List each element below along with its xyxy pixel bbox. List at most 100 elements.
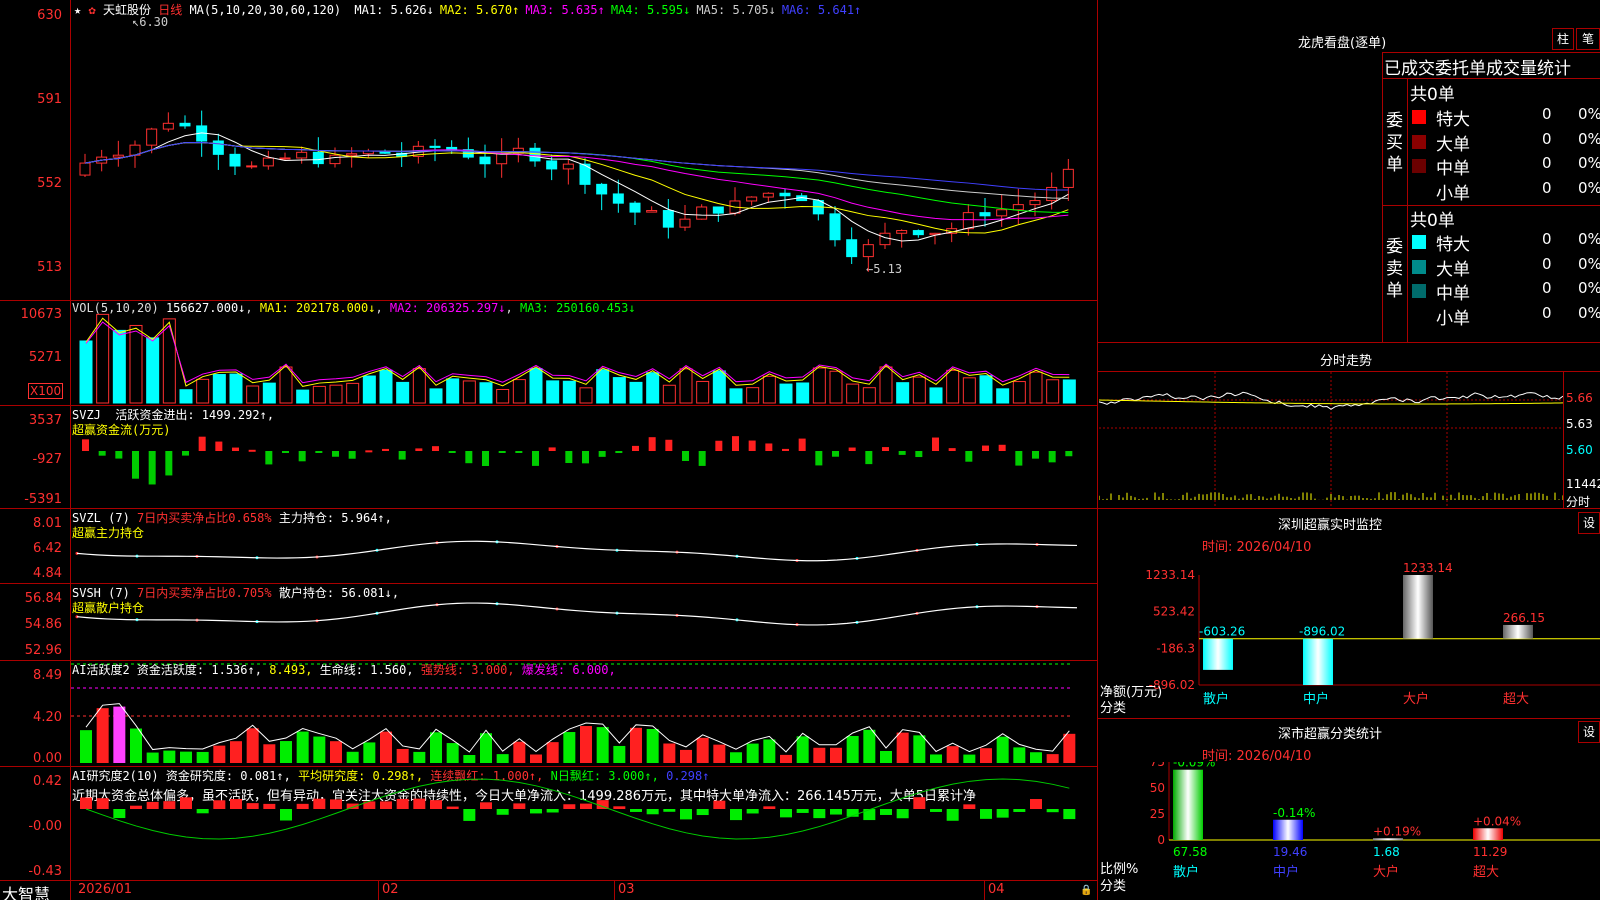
dragon-title: 龙虎看盘(逐单)	[1298, 36, 1387, 51]
stock-terminal: { "stock": { "title": "天虹股份", "period": …	[0, 0, 1600, 900]
volume-bar	[912, 376, 926, 404]
research-bar	[496, 809, 509, 815]
fund-flow-bar	[665, 439, 673, 451]
category-label: 中户	[1273, 864, 1299, 880]
order-count: 0	[1542, 230, 1552, 248]
fund-flow-bar	[215, 441, 223, 451]
sz-monitor-chart[interactable]: 1233.14523.42-186.3-896.02-603.26散户-896.…	[1099, 555, 1600, 720]
research-bar	[1063, 809, 1076, 820]
category-bar	[1273, 819, 1303, 840]
sz-stats-chart[interactable]: 75 50 25 0 -0.09% 67.58 散户 -0.14% 19.46 中户 +0.19% 1…	[1099, 762, 1600, 900]
fund-flow-bar	[398, 451, 406, 460]
activity-bar	[730, 752, 742, 763]
candle-body	[79, 162, 91, 176]
volume-bar	[712, 370, 726, 404]
research-bar	[513, 803, 526, 809]
sz-monitor-xlabel: 分类	[1100, 701, 1127, 716]
research-bar	[896, 809, 909, 819]
fund-flow-bar	[565, 451, 573, 464]
sell-rows: 特大 0 0% 大单 0 0% 中单 0 0% 小单 0 0%	[1410, 230, 1600, 329]
ai-active-axis-label: 8.49	[33, 668, 62, 683]
fund-flow-bar	[248, 449, 256, 452]
activity-bar	[230, 741, 242, 763]
tick	[614, 881, 615, 900]
bar-value-label: 266.15	[1503, 611, 1545, 625]
svzj-axis-label: -927	[32, 452, 62, 467]
dragon-header: 已成交委托单成交量统计	[1384, 59, 1571, 79]
fund-flow-bar	[798, 438, 806, 451]
activity-bar	[1063, 733, 1076, 763]
research-bar	[913, 797, 926, 809]
research-bar	[996, 809, 1009, 818]
research-bar	[563, 804, 576, 809]
buy-total: 共0单	[1410, 85, 1455, 105]
volume-bar	[546, 380, 560, 404]
divider	[1382, 52, 1383, 342]
order-type-label: 小单	[1436, 183, 1470, 204]
tick-view-button[interactable]: 笔	[1576, 28, 1600, 50]
fund-flow-bar	[582, 451, 589, 464]
research-bar	[463, 809, 476, 821]
change-label: -0.14%	[1273, 806, 1315, 820]
ai-research-chart[interactable]	[71, 767, 1097, 880]
candle-body	[846, 239, 858, 258]
svsh-chart[interactable]	[71, 584, 1097, 660]
fund-flow-bar	[898, 451, 906, 455]
order-row: 小单 0 0%	[1410, 304, 1600, 329]
brand-logo: 大智慧	[2, 885, 51, 900]
volume-bar	[362, 375, 376, 404]
order-color-swatch	[1412, 235, 1426, 249]
column-view-button[interactable]: 柱	[1552, 28, 1574, 50]
research-bar	[430, 800, 442, 809]
order-percent: 0%	[1578, 303, 1600, 322]
order-color-swatch	[1412, 308, 1426, 323]
volume-bar	[762, 375, 776, 404]
order-row: 中单 0 0%	[1410, 279, 1600, 304]
fund-flow-bar	[232, 447, 239, 451]
volume-bar	[446, 378, 460, 404]
sz-monitor-settings-button[interactable]: 设	[1578, 512, 1600, 534]
volume-bar	[162, 318, 176, 404]
research-bar	[796, 809, 809, 813]
activity-bar	[213, 745, 226, 763]
category-label: 散户	[1203, 691, 1229, 707]
activity-bar	[613, 745, 626, 763]
bar-value-label: 1233.14	[1403, 561, 1453, 575]
svzl-axis-label: 4.84	[33, 566, 62, 581]
y-tick-label: -186.3	[1156, 641, 1195, 655]
kline-chart[interactable]	[71, 0, 1097, 300]
sz-stats-settings-button[interactable]: 设	[1578, 721, 1600, 743]
ai-active-chart[interactable]	[71, 661, 1097, 766]
volume-chart[interactable]	[71, 301, 1097, 405]
fund-flow-bar	[465, 451, 473, 464]
order-percent: 0%	[1578, 254, 1600, 273]
lock-icon[interactable]: 🔒	[1080, 885, 1092, 896]
intraday-price: 5.60	[1566, 443, 1593, 457]
divider	[1563, 371, 1564, 508]
volume-bar	[346, 382, 360, 404]
category-bar	[1473, 828, 1503, 840]
value-label: 19.46	[1273, 845, 1307, 859]
order-percent: 0%	[1578, 129, 1600, 148]
svzj-chart[interactable]	[71, 406, 1097, 508]
date-label: 02	[382, 882, 399, 897]
candle-body	[962, 212, 974, 230]
activity-bar	[896, 732, 909, 763]
volume-bar	[629, 381, 643, 404]
order-type-label: 中单	[1436, 284, 1470, 304]
tick	[984, 881, 985, 900]
fund-flow-bar	[298, 451, 306, 462]
svzl-chart[interactable]	[71, 509, 1097, 583]
volume-bar	[462, 380, 476, 404]
sz-stats-xlabel: 分类	[1100, 879, 1127, 894]
intraday-chart[interactable]	[1099, 372, 1563, 508]
fund-flow-bar	[115, 451, 123, 459]
volume-axis-label: 10673	[20, 307, 62, 322]
buy-side-label: 委买单	[1386, 111, 1403, 175]
category-bar	[1173, 769, 1203, 840]
volume-bar	[396, 381, 410, 404]
candle-body	[246, 165, 258, 168]
sz-stats-title: 深市超赢分类统计	[1278, 727, 1383, 742]
research-bar	[330, 799, 342, 809]
fund-flow-bar	[365, 450, 373, 453]
